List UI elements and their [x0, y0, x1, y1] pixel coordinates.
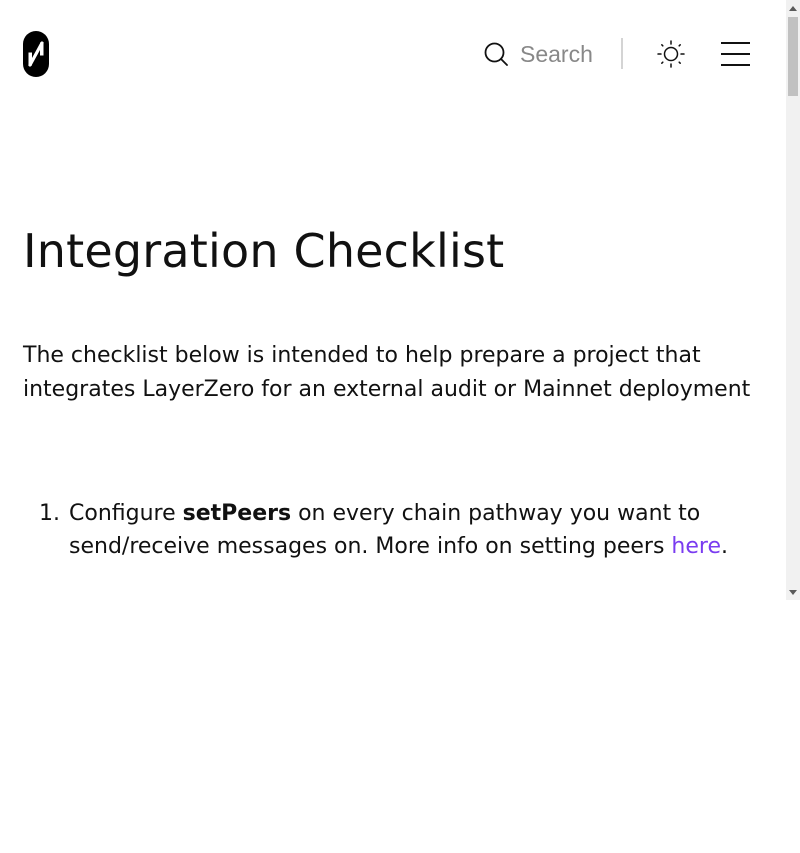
menu-button[interactable] — [720, 40, 752, 68]
theme-toggle-button[interactable] — [656, 39, 686, 69]
header-divider — [621, 38, 623, 69]
scroll-up-arrow-icon[interactable] — [789, 6, 797, 11]
setting-peers-link[interactable]: here — [671, 534, 721, 559]
site-header: Search — [0, 0, 786, 106]
search-box[interactable]: Search — [484, 38, 593, 70]
search-icon — [484, 42, 508, 66]
page-title: Integration Checklist — [23, 224, 505, 278]
scroll-down-arrow-icon[interactable] — [789, 590, 797, 595]
vertical-scrollbar[interactable] — [786, 0, 800, 600]
checklist-item: 1. Configure setPeers on every chain pat… — [23, 497, 768, 564]
sun-icon — [657, 40, 685, 68]
intro-paragraph: The checklist below is intended to help … — [23, 343, 751, 402]
scrollbar-thumb[interactable] — [788, 17, 798, 96]
checklist: 1. Configure setPeers on every chain pat… — [23, 497, 768, 564]
layerzero-logo-icon — [23, 31, 49, 77]
page-viewport: Search Integration Checklist The checkli… — [0, 0, 786, 600]
checklist-item-number: 1. — [39, 501, 60, 526]
logo-link[interactable] — [23, 31, 49, 77]
checklist-item-text: Configure — [69, 501, 183, 526]
checklist-item-period: . — [720, 534, 728, 560]
search-placeholder[interactable]: Search — [520, 41, 593, 68]
set-peers-keyword: setPeers — [182, 501, 292, 526]
